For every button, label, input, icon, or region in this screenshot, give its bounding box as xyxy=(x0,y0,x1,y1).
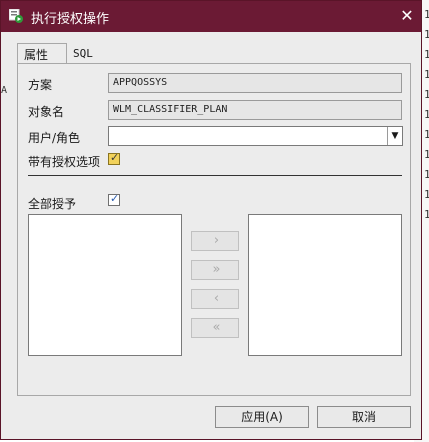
available-privileges-list[interactable] xyxy=(28,214,182,356)
bg-char: 1 xyxy=(424,88,429,101)
app-icon xyxy=(9,9,23,23)
bg-char: 1 xyxy=(424,68,429,81)
move-left-button[interactable]: ‹ xyxy=(191,289,239,309)
object-label: 对象名 xyxy=(28,105,65,119)
bg-char: 1 xyxy=(424,108,429,121)
bg-char: 1 xyxy=(424,168,429,181)
grant-dialog: 执行授权操作 ✕ A 属性 SQL 方案 APPQOSSYS 对象名 WLM_C… xyxy=(0,0,422,440)
bg-char: 1 xyxy=(424,48,429,61)
tab-label: SQL xyxy=(73,47,93,60)
move-right-button[interactable]: › xyxy=(191,231,239,251)
selected-privileges-list[interactable] xyxy=(248,214,402,356)
chevron-down-icon[interactable]: ▼ xyxy=(387,127,402,145)
apply-button[interactable]: 应用(A) xyxy=(215,406,309,428)
move-all-left-button[interactable]: « xyxy=(191,318,239,338)
bg-char: 1 xyxy=(424,8,429,21)
bg-char: 1 xyxy=(424,128,429,141)
user-role-combobox[interactable]: ▼ xyxy=(108,126,403,146)
bg-char: 1 xyxy=(424,148,429,161)
scheme-field: APPQOSSYS xyxy=(108,73,402,93)
bg-char: 1 xyxy=(424,208,429,221)
cancel-button[interactable]: 取消 xyxy=(317,406,411,428)
with-grant-label: 带有授权选项 xyxy=(28,155,101,169)
tab-sql[interactable]: SQL xyxy=(73,47,93,60)
tab-properties[interactable]: 属性 xyxy=(17,43,67,64)
with-grant-checkbox[interactable]: ✓ xyxy=(108,151,120,165)
bg-char: 1 xyxy=(424,188,429,201)
move-all-right-button[interactable]: » xyxy=(191,260,239,280)
object-field: WLM_CLASSIFIER_PLAN xyxy=(108,100,402,120)
bg-char: 1 xyxy=(424,28,429,41)
grant-all-checkbox[interactable]: ✓ xyxy=(108,192,120,206)
dialog-title: 执行授权操作 xyxy=(31,12,110,27)
check-icon: ✓ xyxy=(110,192,120,205)
grant-all-label: 全部授予 xyxy=(28,197,77,211)
check-icon: ✓ xyxy=(110,151,120,164)
close-button[interactable]: ✕ xyxy=(397,6,417,26)
scheme-label: 方案 xyxy=(28,78,53,92)
user-role-label: 用户/角色 xyxy=(28,131,81,145)
bg-char: A xyxy=(1,85,8,96)
separator xyxy=(28,175,402,176)
title-bar: 执行授权操作 ✕ xyxy=(1,1,421,32)
tab-label: 属性 xyxy=(24,48,49,62)
